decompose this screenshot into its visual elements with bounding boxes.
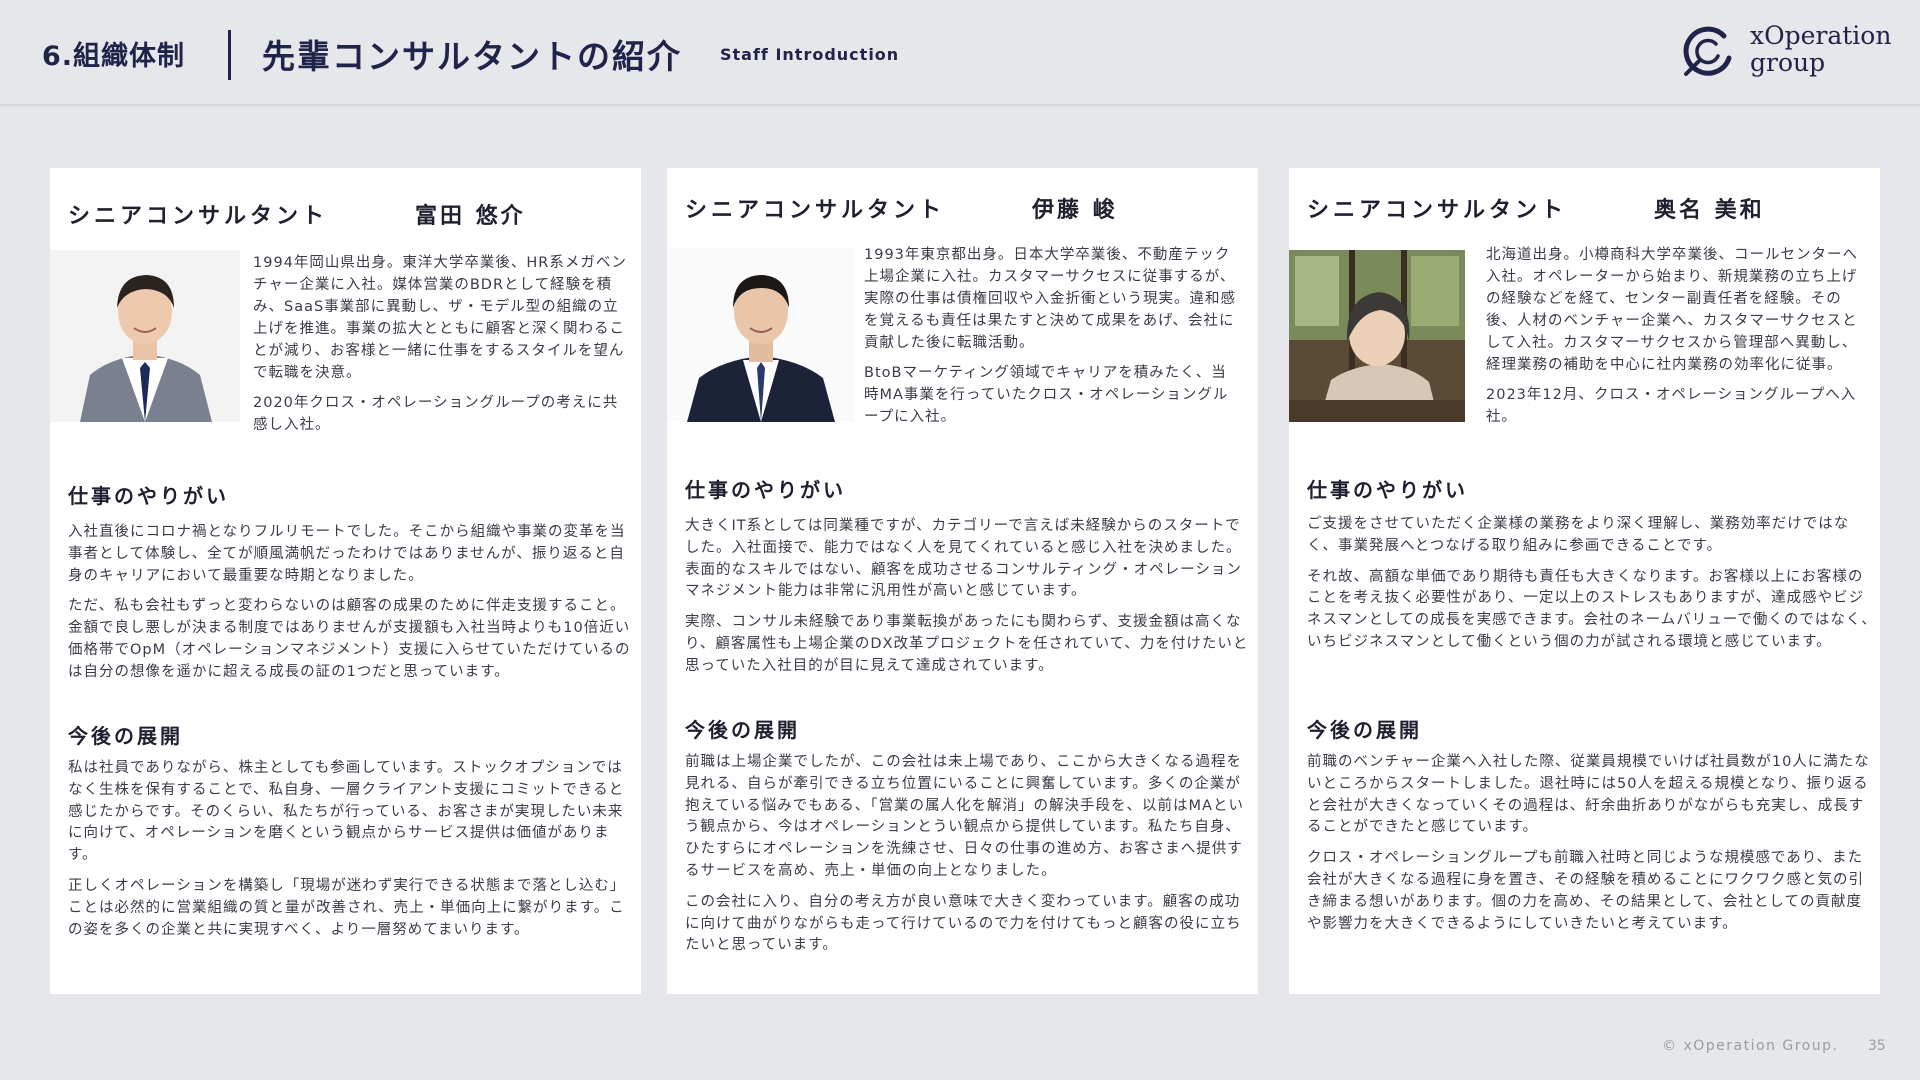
body-paragraph: 入社直後にコロナ禍となりフルリモートでした。そこから組織や事業の変革を当事者とし… bbox=[68, 524, 626, 584]
staff-role: シニアコンサルタント bbox=[1307, 198, 1568, 223]
section-title-yarigai: 仕事のやりがい bbox=[1307, 478, 1468, 502]
bio-paragraph: 2020年クロス・オペレーショングループの考えに共感し入社。 bbox=[253, 395, 619, 433]
staff-bio: 1993年東京都出身。日本大学卒業後、不動産テック上場企業に入社。カスタマーサク… bbox=[864, 244, 1242, 428]
staff-bio: 1994年岡山県出身。東洋大学卒業後、HR系メガベンチャー企業に入社。媒体営業の… bbox=[253, 252, 631, 436]
body-paragraph: ただ、私も会社もずっと変わらないのは顧客の成果のために伴走支援すること。金額で良… bbox=[68, 598, 631, 680]
section-body-tenkai: 前職は上場企業でしたが、この会社は未上場であり、ここから大きくなる過程を見れる、… bbox=[685, 752, 1255, 957]
staff-photo-tomita bbox=[50, 250, 240, 422]
body-paragraph: クロス・オペレーショングループも前職入社時と同じような規模感であり、また会社が大… bbox=[1307, 850, 1864, 932]
body-paragraph: 前職は上場企業でしたが、この会社は未上場であり、ここから大きくなる過程を見れる、… bbox=[685, 754, 1244, 879]
staff-name: 伊藤 峻 bbox=[1032, 198, 1118, 223]
section-title-tenkai: 今後の展開 bbox=[685, 718, 800, 742]
slide-header: 6.組織体制 先輩コンサルタントの紹介 Staff Introduction x… bbox=[0, 0, 1920, 106]
body-paragraph: それ故、高額な単価であり期待も責任も大きくなります。お客様以上にお客様のことを考… bbox=[1307, 568, 1877, 650]
section-title-tenkai: 今後の展開 bbox=[1307, 718, 1422, 742]
body-paragraph: 大きくIT系としては同業種ですが、カテゴリーで言えば未経験からのスタートでした。… bbox=[685, 518, 1242, 600]
staff-photo-ito bbox=[667, 248, 855, 422]
body-paragraph: この会社に入り、自分の考え方が良い意味で大きく変わっています。顧客の成功に向けて… bbox=[685, 893, 1242, 954]
logo-text-line2: group bbox=[1750, 48, 1826, 77]
staff-card-ito: シニアコンサルタント 伊藤 峻 1993年東京都出身。日本大学卒業後、不動産テッ… bbox=[667, 168, 1258, 994]
page-number: 35 bbox=[1868, 1038, 1886, 1054]
staff-card-okuna: シニアコンサルタント 奥名 美和 北海道出身。小樽商科大学卒業後、コールセンター… bbox=[1289, 168, 1880, 994]
staff-name: 奥名 美和 bbox=[1654, 198, 1765, 223]
bio-paragraph: 2023年12月、クロス・オペレーショングループへ入社。 bbox=[1486, 387, 1857, 425]
section-body-yarigai: 大きくIT系としては同業種ですが、カテゴリーで言えば未経験からのスタートでした。… bbox=[685, 516, 1255, 678]
logo-text: xOperation group bbox=[1750, 22, 1891, 76]
section-number: 6.組織体制 bbox=[42, 41, 186, 72]
section-title-yarigai: 仕事のやりがい bbox=[685, 478, 846, 502]
staff-bio: 北海道出身。小樽商科大学卒業後、コールセンターへ入社。オペレーターから始まり、新… bbox=[1486, 244, 1864, 428]
bio-paragraph: 北海道出身。小樽商科大学卒業後、コールセンターへ入社。オペレーターから始まり、新… bbox=[1486, 247, 1858, 373]
body-paragraph: 実際、コンサル未経験であり事業転換があったにも関わらず、支援金額は高くなり、顧客… bbox=[685, 614, 1249, 674]
section-title-tenkai: 今後の展開 bbox=[68, 724, 183, 748]
page-title: 先輩コンサルタントの紹介 bbox=[262, 37, 682, 76]
body-paragraph: 私は社員でありながら、株主としても参画しています。ストックオプションではなく生株… bbox=[68, 760, 625, 864]
staff-name: 富田 悠介 bbox=[415, 204, 526, 229]
section-body-tenkai: 前職のベンチャー企業へ入社した際、従業員規模でいけば社員数が10人に満たないとこ… bbox=[1307, 752, 1877, 935]
body-paragraph: 正しくオペレーションを構築し「現場が迷わず実行できる状態まで落とし込む」ことは必… bbox=[68, 877, 626, 938]
logo-text-line1: xOperation bbox=[1750, 21, 1892, 50]
section-body-yarigai: 入社直後にコロナ禍となりフルリモートでした。そこから組織や事業の変革を当事者とし… bbox=[68, 522, 638, 684]
body-paragraph: ご支援をさせていただく企業様の業務をより深く理解し、業務効率だけではなく、事業発… bbox=[1307, 516, 1850, 554]
header-divider bbox=[228, 30, 231, 80]
section-title-yarigai: 仕事のやりがい bbox=[68, 484, 229, 508]
staff-role: シニアコンサルタント bbox=[685, 198, 946, 223]
footer-copyright: © xOperation Group. bbox=[1662, 1038, 1839, 1054]
company-logo: xOperation group bbox=[1680, 20, 1891, 82]
staff-photo-okuna bbox=[1289, 250, 1465, 422]
section-body-yarigai: ご支援をさせていただく企業様の業務をより深く理解し、業務効率だけではなく、事業発… bbox=[1307, 514, 1877, 654]
bio-paragraph: 1993年東京都出身。日本大学卒業後、不動産テック上場企業に入社。カスタマーサク… bbox=[864, 247, 1236, 351]
staff-role: シニアコンサルタント bbox=[68, 204, 329, 229]
section-body-tenkai: 私は社員でありながら、株主としても参画しています。ストックオプションではなく生株… bbox=[68, 758, 638, 941]
bio-paragraph: BtoBマーケティング領域でキャリアを積みたく、当時MA事業を行っていたクロス・… bbox=[864, 365, 1229, 425]
page-subtitle: Staff Introduction bbox=[720, 45, 900, 64]
staff-card-tomita: シニアコンサルタント 富田 悠介 1994年岡山県出身。東洋大学卒業後、HR系メ… bbox=[50, 168, 641, 994]
logo-mark-icon bbox=[1683, 26, 1732, 76]
bio-paragraph: 1994年岡山県出身。東洋大学卒業後、HR系メガベンチャー企業に入社。媒体営業の… bbox=[253, 255, 627, 381]
body-paragraph: 前職のベンチャー企業へ入社した際、従業員規模でいけば社員数が10人に満たないとこ… bbox=[1307, 754, 1870, 836]
